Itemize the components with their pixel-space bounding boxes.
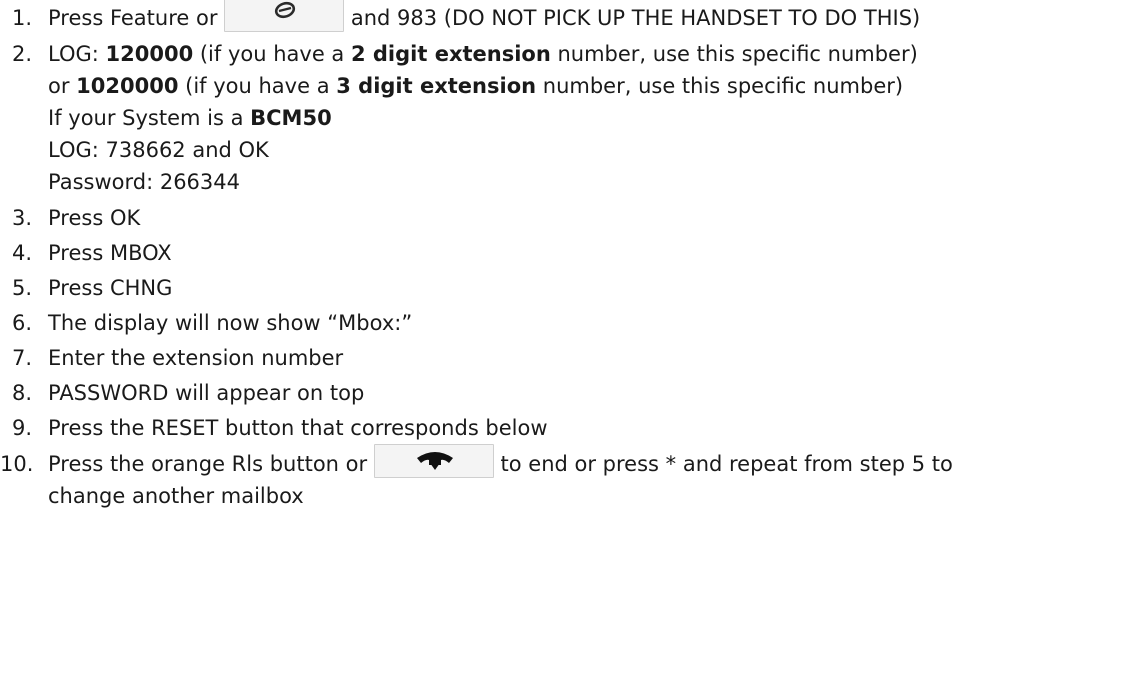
feature-key-icon [224,0,345,32]
step-text: to end or press * and repeat from step 5… [500,452,953,476]
code-value: 1020000 [76,74,179,98]
step-text: and 983 (DO NOT PICK UP THE HANDSET TO D… [350,6,921,30]
step-text: The display will now show “Mbox:” [48,311,413,335]
step-2-line-1: LOG: 120000 (if you have a 2 digit exten… [48,38,918,70]
step-text: Press Feature or [48,6,218,30]
text: If your System is a [48,106,251,130]
step-text: Press CHNG [48,276,173,300]
text: number, use this specific number) [536,74,904,98]
release-key-icon [373,444,494,478]
step-text: Enter the extension number [48,346,344,370]
step-number: 1. [12,6,33,30]
step-text: Press the RESET button that corresponds … [48,416,548,440]
step-2-line-3: If your System is a BCM50 [48,102,918,134]
step-number: 8. [12,381,33,405]
step-number: 9. [12,416,33,440]
step-number: 4. [12,241,33,265]
text: (if you have a [193,42,351,66]
step-text: Press OK [48,206,141,230]
step-number: 6. [12,311,33,335]
step-number: 5. [12,276,33,300]
step-text: PASSWORD will appear on top [48,381,365,405]
text: (if you have a [178,74,337,98]
step-2-line-4: LOG: 738662 and OK [48,138,269,162]
step-number: 10. [0,452,34,476]
step-text: Press MBOX [48,241,172,265]
step-text: Press the orange Rls button or [48,452,368,476]
text: number, use this specific number) [550,42,918,66]
text: LOG: [48,42,106,66]
code-value: 120000 [105,42,194,66]
step-2-line-2: or 1020000 (if you have a 3 digit extens… [48,70,918,102]
system-name: BCM50 [250,106,332,130]
step-number: 3. [12,206,33,230]
step-number: 2. [12,42,33,66]
text: or [48,74,77,98]
instruction-document: 1. Press Feature or and 983 (DO NOT PICK… [0,0,1128,681]
step-2-line-5: Password: 266344 [48,170,241,194]
step-number: 7. [12,346,33,370]
emphasis: 3 digit extension [336,74,537,98]
emphasis: 2 digit extension [350,42,551,66]
step-text-continued: change another mailbox [48,484,304,508]
